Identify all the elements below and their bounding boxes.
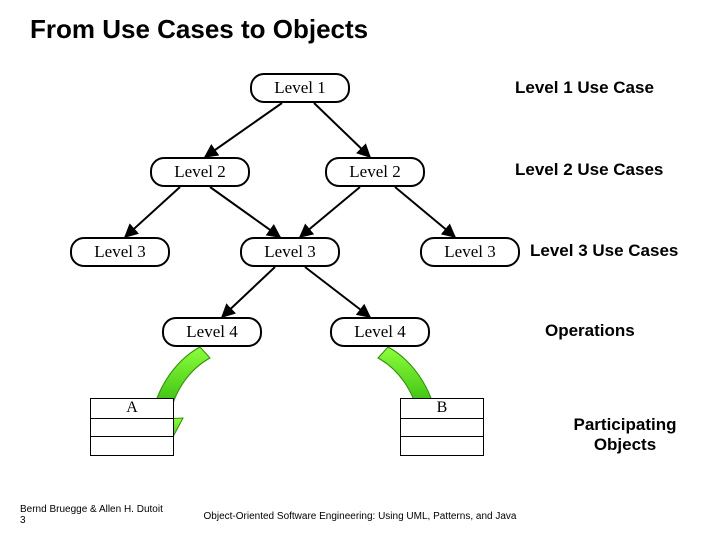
label-level2-usecases: Level 2 Use Cases: [515, 160, 663, 180]
node-level3-c: Level 3: [420, 237, 520, 267]
footer-book-title: Object-Oriented Software Engineering: Us…: [0, 511, 720, 522]
label-operations: Operations: [545, 321, 635, 341]
object-box-b-label: B: [400, 398, 484, 418]
node-level4-b: Level 4: [330, 317, 430, 347]
node-level2-right: Level 2: [325, 157, 425, 187]
page-title: From Use Cases to Objects: [30, 14, 368, 45]
node-level2-left: Level 2: [150, 157, 250, 187]
node-level3-b: Level 3: [240, 237, 340, 267]
diagram-stage: From Use Cases to Objects: [0, 0, 720, 540]
object-box-a: A: [90, 398, 174, 456]
label-participating: Participating: [560, 415, 690, 435]
object-box-a-label: A: [90, 398, 174, 418]
node-level3-a: Level 3: [70, 237, 170, 267]
label-objects: Objects: [560, 435, 690, 455]
label-level1-usecase: Level 1 Use Case: [515, 78, 654, 98]
node-level4-a: Level 4: [162, 317, 262, 347]
object-box-b: B: [400, 398, 484, 456]
label-level3-usecases: Level 3 Use Cases: [530, 241, 678, 261]
node-level1: Level 1: [250, 73, 350, 103]
